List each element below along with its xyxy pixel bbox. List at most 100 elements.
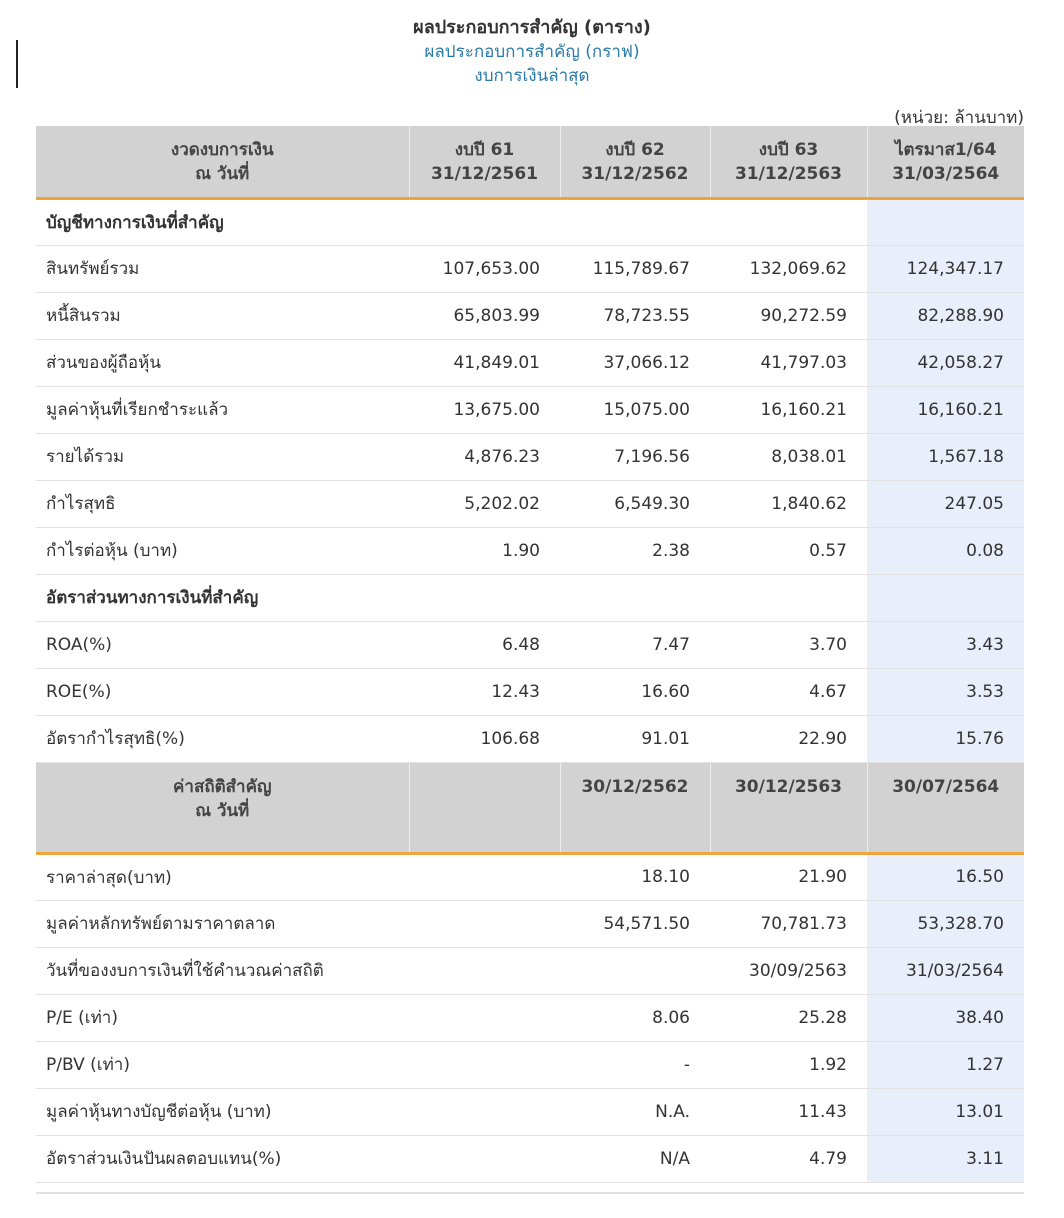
- col-header: [409, 762, 561, 855]
- table-cell: -: [560, 1041, 710, 1089]
- table-cell: 3.53: [867, 668, 1024, 716]
- table-cell: N/A: [560, 1135, 710, 1183]
- graph-link[interactable]: ผลประกอบการสำคัญ (กราฟ): [0, 40, 1064, 64]
- table-cell: 91.01: [560, 715, 710, 763]
- table-row: P/E (เท่า) 8.06 25.28 38.40: [36, 994, 1024, 1042]
- row-label: รายได้รวม: [36, 433, 409, 481]
- row-label: อัตรากำไรสุทธิ(%): [36, 715, 409, 763]
- table-cell: 13,675.00: [409, 386, 560, 434]
- row-label: P/BV (เท่า): [36, 1041, 409, 1089]
- table-cell: [409, 1135, 560, 1183]
- col-header: ไตรมาส1/64 31/03/2564: [867, 126, 1024, 200]
- table-cell: 6,549.30: [560, 480, 710, 528]
- table-row: มูลค่าหุ้นที่เรียกชำระแล้ว 13,675.00 15,07…: [36, 386, 1024, 434]
- table-bottom-border: [36, 1192, 1024, 1194]
- table-cell: 82,288.90: [867, 292, 1024, 340]
- table-cell: 1,840.62: [710, 480, 867, 528]
- latest-financials-link[interactable]: งบการเงินล่าสุด: [0, 64, 1064, 88]
- table-cell: N.A.: [560, 1088, 710, 1136]
- row-label: วันที่ของงบการเงินที่ใช้คำนวณค่าสถิติ: [36, 947, 409, 995]
- table-cell: 16,160.21: [867, 386, 1024, 434]
- table-cell: 12.43: [409, 668, 560, 716]
- table-cell: 18.10: [560, 853, 710, 901]
- table-cell: 132,069.62: [710, 245, 867, 293]
- table-cell: [409, 994, 560, 1042]
- table-cell: 4,876.23: [409, 433, 560, 481]
- section-row: บัญชีทางการเงินที่สำคัญ: [36, 198, 1024, 246]
- table-cell: 0.57: [710, 527, 867, 575]
- section-row: อัตราส่วนทางการเงินที่สำคัญ: [36, 574, 1024, 622]
- table-cell: [409, 900, 560, 948]
- table-cell: 78,723.55: [560, 292, 710, 340]
- table-row: ROE(%) 12.43 16.60 4.67 3.53: [36, 668, 1024, 716]
- table-cell: 21.90: [710, 853, 867, 901]
- table-row: ส่วนของผู้ถือหุ้น 41,849.01 37,066.12 41,79…: [36, 339, 1024, 387]
- table-cell: [409, 1088, 560, 1136]
- table-cell: 65,803.99: [409, 292, 560, 340]
- row-label: มูลค่าหุ้นทางบัญชีต่อหุ้น (บาท): [36, 1088, 409, 1136]
- period-header: งวดงบการเงิน ณ วันที่: [36, 126, 410, 200]
- table-cell: [867, 198, 1024, 246]
- stats-header-row: ค่าสถิติสำคัญณ วันที่ 30/12/2562 30/12/256…: [36, 762, 1024, 855]
- table-cell: 106.68: [409, 715, 560, 763]
- table-cell: 7,196.56: [560, 433, 710, 481]
- table-cell: 90,272.59: [710, 292, 867, 340]
- table-cell: 70,781.73: [710, 900, 867, 948]
- table-cell: 3.43: [867, 621, 1024, 669]
- table-cell: 107,653.00: [409, 245, 560, 293]
- financial-table: งวดงบการเงิน ณ วันที่ งบปี 61 31/12/2561 …: [36, 126, 1024, 1183]
- table-cell: 8.06: [560, 994, 710, 1042]
- table-row: มูลค่าหลักทรัพย์ตามราคาตลาด 54,571.50 70,7…: [36, 900, 1024, 948]
- table-cell: 41,797.03: [710, 339, 867, 387]
- row-label: กำไรต่อหุ้น (บาท): [36, 527, 409, 575]
- table-cell: [867, 574, 1024, 622]
- table-cell: [409, 947, 560, 995]
- table-cell: 42,058.27: [867, 339, 1024, 387]
- table-cell: 6.48: [409, 621, 560, 669]
- row-label: มูลค่าหุ้นที่เรียกชำระแล้ว: [36, 386, 409, 434]
- col-header: 30/12/2562: [560, 762, 711, 855]
- table-cell: 54,571.50: [560, 900, 710, 948]
- table-cell: 37,066.12: [560, 339, 710, 387]
- stats-header: ค่าสถิติสำคัญณ วันที่: [36, 762, 410, 855]
- table-cell: 3.11: [867, 1135, 1024, 1183]
- section-title: อัตราส่วนทางการเงินที่สำคัญ: [36, 574, 867, 622]
- row-label: P/E (เท่า): [36, 994, 409, 1042]
- row-label: หนี้สินรวม: [36, 292, 409, 340]
- table-cell: 11.43: [710, 1088, 867, 1136]
- table-row: มูลค่าหุ้นทางบัญชีต่อหุ้น (บาท) N.A. 11.43…: [36, 1088, 1024, 1136]
- table-row: P/BV (เท่า) -1.92 1.27: [36, 1041, 1024, 1089]
- table-header-row: งวดงบการเงิน ณ วันที่ งบปี 61 31/12/2561 …: [36, 126, 1024, 200]
- table-cell: 38.40: [867, 994, 1024, 1042]
- table-cell: 30/09/2563: [710, 947, 867, 995]
- table-row: กำไรต่อหุ้น (บาท) 1.90 2.38 0.57 0.08: [36, 527, 1024, 575]
- section-title: บัญชีทางการเงินที่สำคัญ: [36, 198, 867, 246]
- table-row: อัตรากำไรสุทธิ(%) 106.68 91.01 22.90 15.76: [36, 715, 1024, 763]
- table-cell: 1,567.18: [867, 433, 1024, 481]
- page-title: ผลประกอบการสำคัญ (ตาราง): [413, 17, 651, 38]
- table-cell: 16.50: [867, 853, 1024, 901]
- table-cell: 41,849.01: [409, 339, 560, 387]
- table-cell: 2.38: [560, 527, 710, 575]
- table-cell: 31/03/2564: [867, 947, 1024, 995]
- table-row: วันที่ของงบการเงินที่ใช้คำนวณค่าสถิติ 30/…: [36, 947, 1024, 995]
- table-cell: 3.70: [710, 621, 867, 669]
- row-label: ROA(%): [36, 621, 409, 669]
- page-header: ผลประกอบการสำคัญ (ตาราง) ผลประกอบการสำคั…: [0, 16, 1064, 88]
- table-cell: 124,347.17: [867, 245, 1024, 293]
- col-header: 30/07/2564: [867, 762, 1024, 855]
- col-header: 30/12/2563: [710, 762, 868, 855]
- table-cell: 247.05: [867, 480, 1024, 528]
- table-cell: 16.60: [560, 668, 710, 716]
- row-label: กำไรสุทธิ: [36, 480, 409, 528]
- row-label: สินทรัพย์รวม: [36, 245, 409, 293]
- table-cell: 1.27: [867, 1041, 1024, 1089]
- table-cell: 25.28: [710, 994, 867, 1042]
- table-cell: 15.76: [867, 715, 1024, 763]
- table-row: อัตราส่วนเงินปันผลตอบแทน(%) N/A 4.79 3.11: [36, 1135, 1024, 1183]
- row-label: ROE(%): [36, 668, 409, 716]
- table-cell: 16,160.21: [710, 386, 867, 434]
- table-row: สินทรัพย์รวม 107,653.00 115,789.67 132,069.…: [36, 245, 1024, 293]
- row-label: ส่วนของผู้ถือหุ้น: [36, 339, 409, 387]
- table-cell: 13.01: [867, 1088, 1024, 1136]
